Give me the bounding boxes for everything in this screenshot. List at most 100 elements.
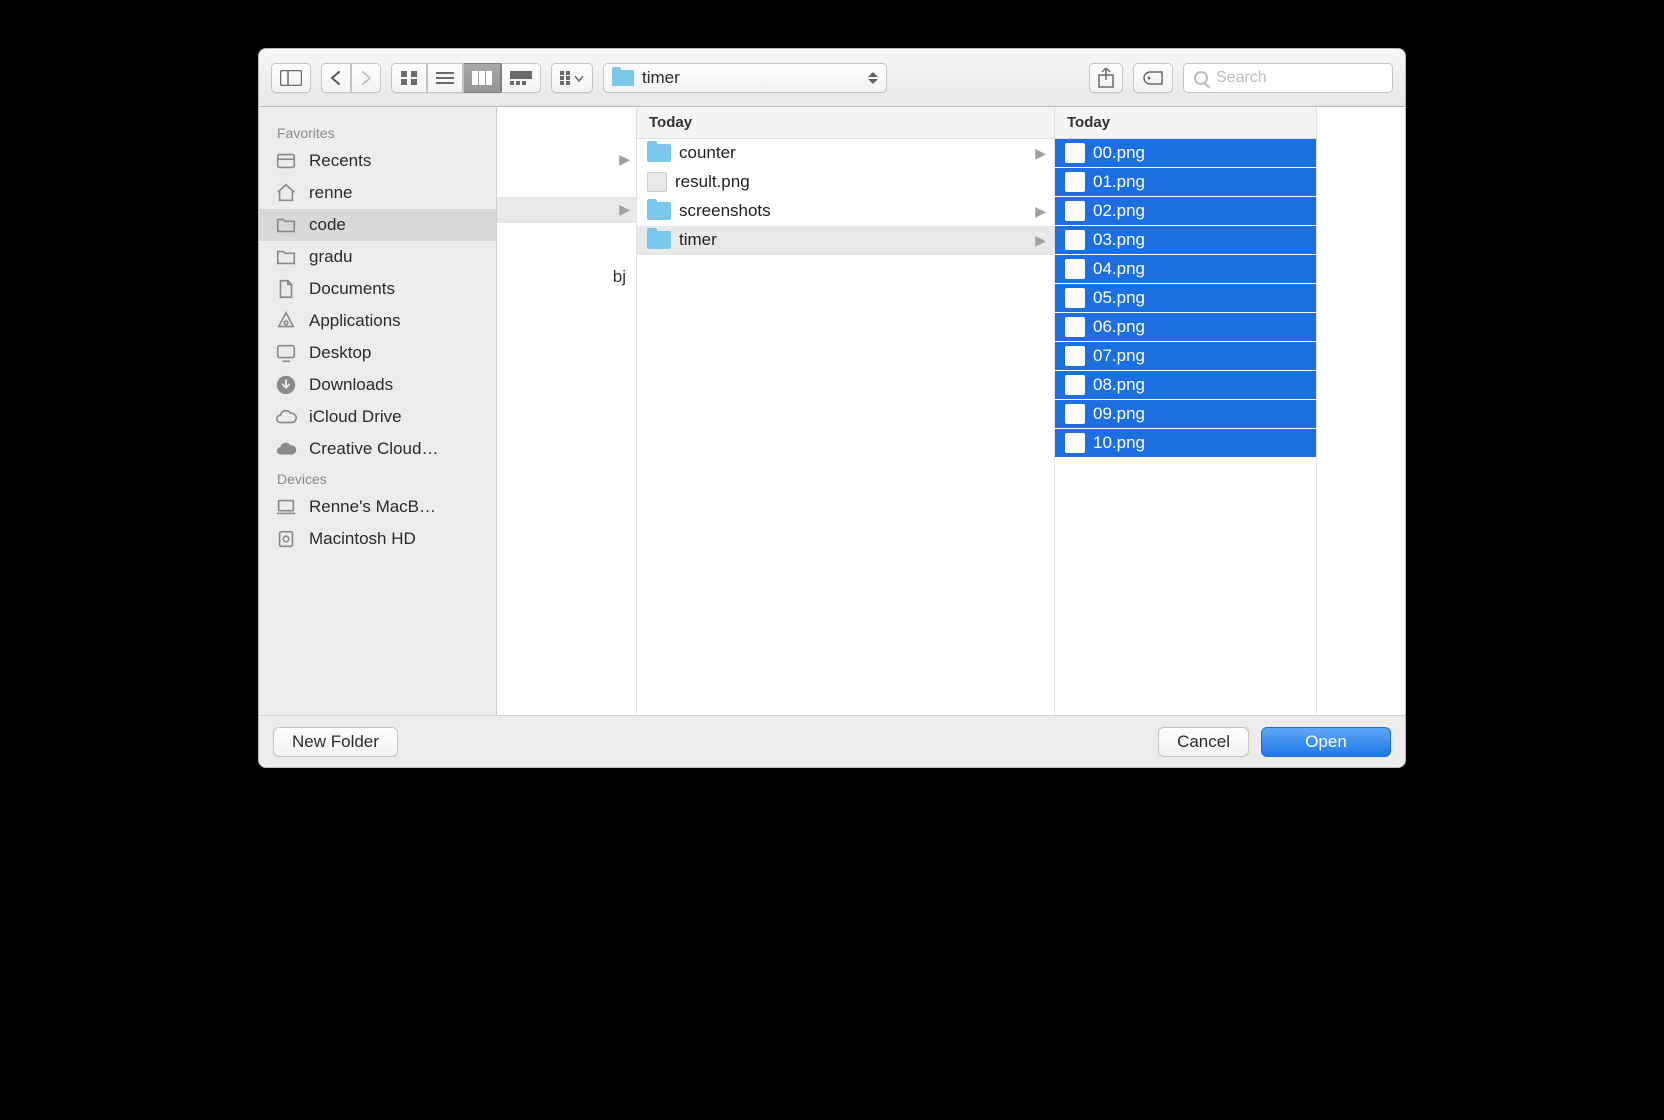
- list-item[interactable]: 03.png: [1055, 226, 1316, 255]
- sidebar-item-label: Applications: [309, 311, 401, 331]
- sidebar-item[interactable]: iCloud Drive: [259, 401, 496, 433]
- image-file-icon: [1065, 346, 1085, 366]
- open-file-dialog: timer Search FavoritesRecentsrennecodegr…: [258, 48, 1406, 768]
- share-icon: [1098, 68, 1114, 88]
- list-item[interactable]: 00.png: [1055, 139, 1316, 168]
- back-button[interactable]: [321, 63, 351, 93]
- desktop-icon: [273, 342, 299, 364]
- sidebar-item-label: Macintosh HD: [309, 529, 416, 549]
- column-2: Today 00.png 01.png 02.png 03.png04.png 05.p…: [1055, 107, 1317, 715]
- sidebar-item[interactable]: Applications: [259, 305, 496, 337]
- image-file-icon: [1065, 404, 1085, 424]
- column-view-icon: [472, 71, 492, 85]
- nav-segment: [321, 63, 381, 93]
- list-item[interactable]: counter▶: [637, 139, 1054, 168]
- list-item[interactable]: 10.png: [1055, 429, 1316, 458]
- file-label: 01.png: [1093, 172, 1308, 192]
- folder-icon: [647, 231, 671, 249]
- search-placeholder: Search: [1216, 69, 1267, 87]
- list-item[interactable]: result.png: [637, 168, 1054, 197]
- list-item[interactable]: 07.png: [1055, 342, 1316, 371]
- list-item[interactable]: 02.png: [1055, 197, 1316, 226]
- forward-button[interactable]: [351, 63, 381, 93]
- image-file-icon: [1065, 288, 1085, 308]
- file-label: screenshots: [679, 201, 1027, 221]
- list-item[interactable]: ▶: [497, 197, 636, 223]
- list-item[interactable]: bj: [497, 263, 636, 292]
- list-item[interactable]: screenshots▶: [637, 197, 1054, 226]
- chevron-right-icon: ▶: [1035, 145, 1046, 162]
- file-label: 06.png: [1093, 317, 1308, 337]
- cancel-button[interactable]: Cancel: [1158, 727, 1249, 757]
- chevron-right-icon: ▶: [619, 151, 630, 168]
- sidebar-item[interactable]: Recents: [259, 145, 496, 177]
- sidebar-item-label: Renne's MacB…: [309, 497, 436, 517]
- list-item[interactable]: timer▶: [637, 226, 1054, 255]
- sidebar-item[interactable]: renne: [259, 177, 496, 209]
- dialog-footer: New Folder Cancel Open: [259, 715, 1405, 767]
- open-button[interactable]: Open: [1261, 727, 1391, 757]
- sidebar-item[interactable]: Desktop: [259, 337, 496, 369]
- image-file-icon: [647, 172, 667, 192]
- sidebar-item[interactable]: Renne's MacB…: [259, 491, 496, 523]
- list-item[interactable]: 08.png: [1055, 371, 1316, 400]
- new-folder-button[interactable]: New Folder: [273, 727, 398, 757]
- list-item[interactable]: 06.png: [1055, 313, 1316, 342]
- list-item[interactable]: 09.png: [1055, 400, 1316, 429]
- sidebar: FavoritesRecentsrennecodegraduDocumentsA…: [259, 107, 497, 715]
- search-input[interactable]: Search: [1183, 63, 1393, 93]
- sidebar-item[interactable]: Macintosh HD: [259, 523, 496, 555]
- group-by-button[interactable]: [551, 63, 593, 93]
- home-icon: [273, 182, 299, 204]
- file-label: 02.png: [1093, 201, 1308, 221]
- column-header: Today: [1055, 107, 1316, 139]
- group-by-icon: [560, 71, 584, 85]
- image-file-icon: [1065, 433, 1085, 453]
- file-label: 05.png: [1093, 288, 1308, 308]
- gallery-view-button[interactable]: [501, 63, 541, 93]
- path-stepper-icon: [868, 72, 878, 84]
- tags-button[interactable]: [1133, 63, 1173, 93]
- path-picker[interactable]: timer: [603, 63, 887, 93]
- view-segment: [391, 63, 541, 93]
- list-item[interactable]: 05.png: [1055, 284, 1316, 313]
- sidebar-toggle-icon: [280, 70, 302, 86]
- sidebar-item-label: Recents: [309, 151, 371, 171]
- sidebar-item[interactable]: code: [259, 209, 496, 241]
- sidebar-item-label: gradu: [309, 247, 352, 267]
- chevron-right-icon: [360, 71, 372, 85]
- folder-icon: [273, 246, 299, 268]
- column-list[interactable]: counter▶result.pngscreenshots▶timer▶: [637, 139, 1054, 715]
- list-item[interactable]: 01.png: [1055, 168, 1316, 197]
- image-file-icon: [1065, 143, 1085, 163]
- sidebar-item[interactable]: Downloads: [259, 369, 496, 401]
- column-0: ▶ ▶ bj: [497, 107, 637, 715]
- file-label: result.png: [675, 172, 1046, 192]
- column-header: Today: [637, 107, 1054, 139]
- sidebar-item[interactable]: Documents: [259, 273, 496, 305]
- file-label: 09.png: [1093, 404, 1308, 424]
- column-browser: ▶ ▶ bj Today counter▶ result.png screenshots…: [497, 107, 1405, 715]
- list-view-icon: [436, 71, 454, 85]
- list-item[interactable]: ▶: [497, 147, 636, 173]
- column-view-button[interactable]: [463, 63, 501, 93]
- laptop-icon: [273, 496, 299, 518]
- image-file-icon: [1065, 375, 1085, 395]
- column-list[interactable]: 00.png 01.png 02.png 03.png04.png 05.png 06.p…: [1055, 139, 1316, 715]
- file-label: 00.png: [1093, 143, 1308, 163]
- recents-icon: [273, 150, 299, 172]
- file-label: 07.png: [1093, 346, 1308, 366]
- icon-view-button[interactable]: [391, 63, 427, 93]
- file-label: 10.png: [1093, 433, 1308, 453]
- file-label-fragment: bj: [613, 267, 626, 287]
- share-button[interactable]: [1089, 63, 1123, 93]
- list-item[interactable]: 04.png: [1055, 255, 1316, 284]
- list-view-button[interactable]: [427, 63, 463, 93]
- folder-icon: [273, 214, 299, 236]
- dialog-body: FavoritesRecentsrennecodegraduDocumentsA…: [259, 107, 1405, 715]
- toggle-sidebar-button[interactable]: [271, 63, 311, 93]
- sidebar-section-header: Devices: [259, 465, 496, 491]
- sidebar-item[interactable]: gradu: [259, 241, 496, 273]
- sidebar-item[interactable]: Creative Cloud…: [259, 433, 496, 465]
- tag-icon: [1142, 70, 1164, 86]
